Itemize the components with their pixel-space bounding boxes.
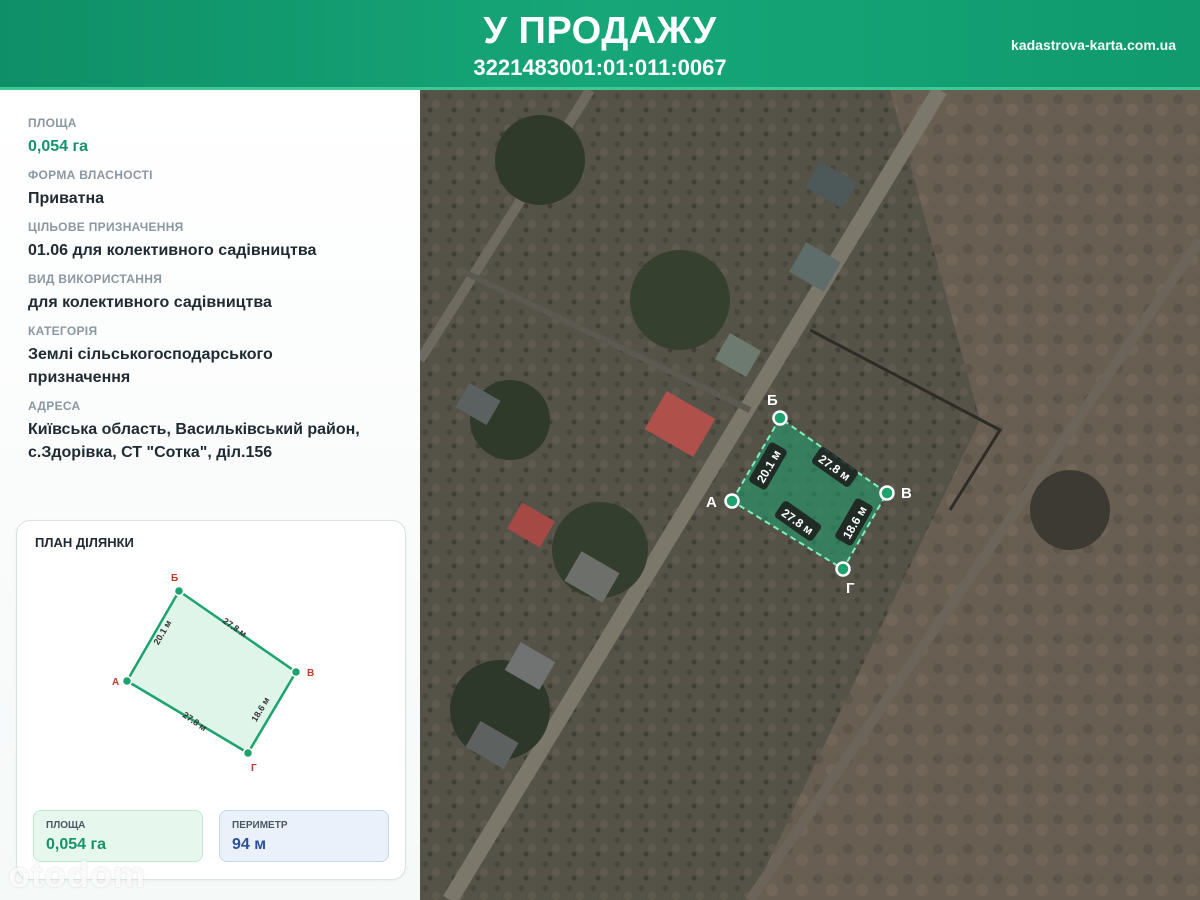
header-banner: У ПРОДАЖУ 3221483001:01:011:0067 kadastr… bbox=[0, 0, 1200, 90]
purpose-field: ЦІЛЬОВЕ ПРИЗНАЧЕННЯ 01.06 для колективно… bbox=[28, 220, 408, 262]
site-domain: kadastrova-karta.com.ua bbox=[1011, 37, 1176, 53]
ownership-field: ФОРМА ВЛАСНОСТІ Приватна bbox=[28, 168, 408, 210]
tree-cluster bbox=[630, 250, 730, 350]
plan-perimeter-value: 94 м bbox=[232, 836, 267, 853]
purpose-value: 01.06 для колективного садівництва bbox=[28, 242, 317, 259]
plan-vertex-label-g: Г bbox=[251, 763, 257, 774]
usage-label: ВИД ВИКОРИСТАННЯ bbox=[28, 272, 163, 286]
purpose-label: ЦІЛЬОВЕ ПРИЗНАЧЕННЯ bbox=[28, 220, 184, 234]
area-field: ПЛОЩА 0,054 га bbox=[28, 116, 408, 158]
map-vertex-b[interactable] bbox=[772, 410, 788, 426]
plan-perimeter-box: ПЕРИМЕТР 94 м bbox=[219, 810, 389, 862]
satellite-map[interactable]: А Б В Г 20.1 м 27.8 м 18.6 м 27.8 м bbox=[420, 90, 1200, 900]
ownership-value: Приватна bbox=[28, 190, 105, 207]
address-label: АДРЕСА bbox=[28, 399, 81, 413]
cadastral-number: 3221483001:01:011:0067 bbox=[473, 55, 727, 80]
plan-vertex-b bbox=[173, 585, 185, 597]
plan-vertex-g bbox=[242, 747, 254, 759]
category-field: КАТЕГОРІЯ Землі сільськогосподарського п… bbox=[28, 324, 328, 389]
map-vertex-a[interactable] bbox=[724, 493, 740, 509]
map-vertex-v[interactable] bbox=[879, 485, 895, 501]
area-label: ПЛОЩА bbox=[28, 116, 77, 130]
plan-vertex-a bbox=[121, 675, 133, 687]
usage-value: для колективного садівництва bbox=[28, 294, 272, 311]
plan-drawing: А Б В Г 20.1 м 27.8 м 18.6 м 27.8 м bbox=[112, 573, 314, 774]
tree-cluster bbox=[1030, 470, 1110, 550]
map-vertex-g[interactable] bbox=[835, 561, 851, 577]
area-value: 0,054 га bbox=[28, 138, 89, 155]
plan-vertex-label-b: Б bbox=[171, 573, 178, 584]
plan-parcel-polygon bbox=[125, 589, 298, 755]
plan-area-value: 0,054 га bbox=[46, 836, 107, 853]
plan-area-label: ПЛОЩА bbox=[46, 820, 86, 831]
map-vertex-label-v: В bbox=[901, 485, 912, 502]
category-value: Землі сільськогосподарського призначення bbox=[28, 346, 273, 386]
plan-card: ПЛАН ДІЛЯНКИ А Б В Г 20.1 м 27.8 м 18.6 … bbox=[16, 520, 406, 880]
address-field: АДРЕСА Київська область, Васильківський … bbox=[28, 399, 408, 464]
tree-cluster bbox=[495, 115, 585, 205]
ownership-label: ФОРМА ВЛАСНОСТІ bbox=[28, 168, 153, 182]
plan-vertex-label-a: А bbox=[112, 677, 119, 688]
plan-vertex-label-v: В bbox=[307, 668, 314, 679]
map-vertex-label-b: Б bbox=[767, 392, 778, 409]
plan-perimeter-label: ПЕРИМЕТР bbox=[232, 820, 288, 831]
map-vertex-label-g: Г bbox=[846, 580, 855, 597]
category-label: КАТЕГОРІЯ bbox=[28, 324, 98, 338]
map-vertex-label-a: А bbox=[706, 494, 717, 511]
plan-vertex-v bbox=[290, 666, 302, 678]
map-canvas: А Б В Г 20.1 м 27.8 м 18.6 м 27.8 м bbox=[420, 90, 1200, 900]
address-value: Київська область, Васильківський район, … bbox=[28, 421, 360, 461]
info-panel: ПЛОЩА 0,054 га ФОРМА ВЛАСНОСТІ Приватна … bbox=[0, 90, 420, 900]
usage-field: ВИД ВИКОРИСТАННЯ для колективного садівн… bbox=[28, 272, 408, 314]
watermark-logo: otodom bbox=[8, 854, 146, 895]
